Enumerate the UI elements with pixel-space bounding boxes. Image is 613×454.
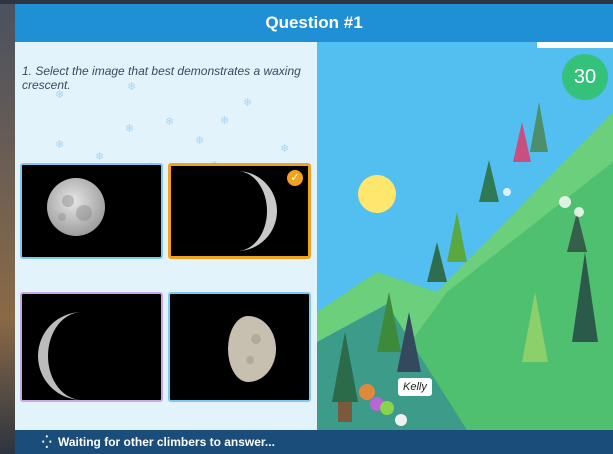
snowflake-icon: ❄ <box>125 123 135 135</box>
window-background-left <box>0 0 15 454</box>
mountain-illustration <box>317 42 613 430</box>
status-bar: ⁛ Waiting for other climbers to answer... <box>15 430 613 454</box>
selected-check-icon: ✓ <box>287 170 303 186</box>
snowflake-icon: ❄ <box>55 89 65 101</box>
snowflake-icon: ❄ <box>280 143 290 155</box>
answer-option-full-moon[interactable] <box>20 163 163 259</box>
crescent-moon-image <box>38 312 82 400</box>
snowflake-icon: ❄ <box>220 115 230 127</box>
loading-spinner-icon: ⁛ <box>42 435 52 449</box>
snowflake-icon: ❄ <box>127 81 137 93</box>
snowflake-icon: ❄ <box>195 135 205 147</box>
player-name-tag: Kelly <box>398 378 432 396</box>
snowflake-icon: ❄ <box>165 116 175 128</box>
snowflake-icon: ❄ <box>243 97 253 109</box>
countdown-timer: 30 <box>562 54 608 100</box>
mountain-scene <box>317 42 613 430</box>
answer-option-gibbous[interactable] <box>168 292 311 402</box>
quiz-app: Question #1 1. Select the image that bes… <box>15 4 613 454</box>
gibbous-moon-image <box>228 316 276 382</box>
answer-option-crescent-left[interactable] <box>20 292 163 402</box>
full-moon-image <box>47 178 105 236</box>
question-header: Question #1 <box>15 4 613 42</box>
snowflake-icon: ❄ <box>95 151 105 163</box>
snowflake-icon: ❄ <box>55 139 65 151</box>
status-text: Waiting for other climbers to answer... <box>58 435 275 449</box>
